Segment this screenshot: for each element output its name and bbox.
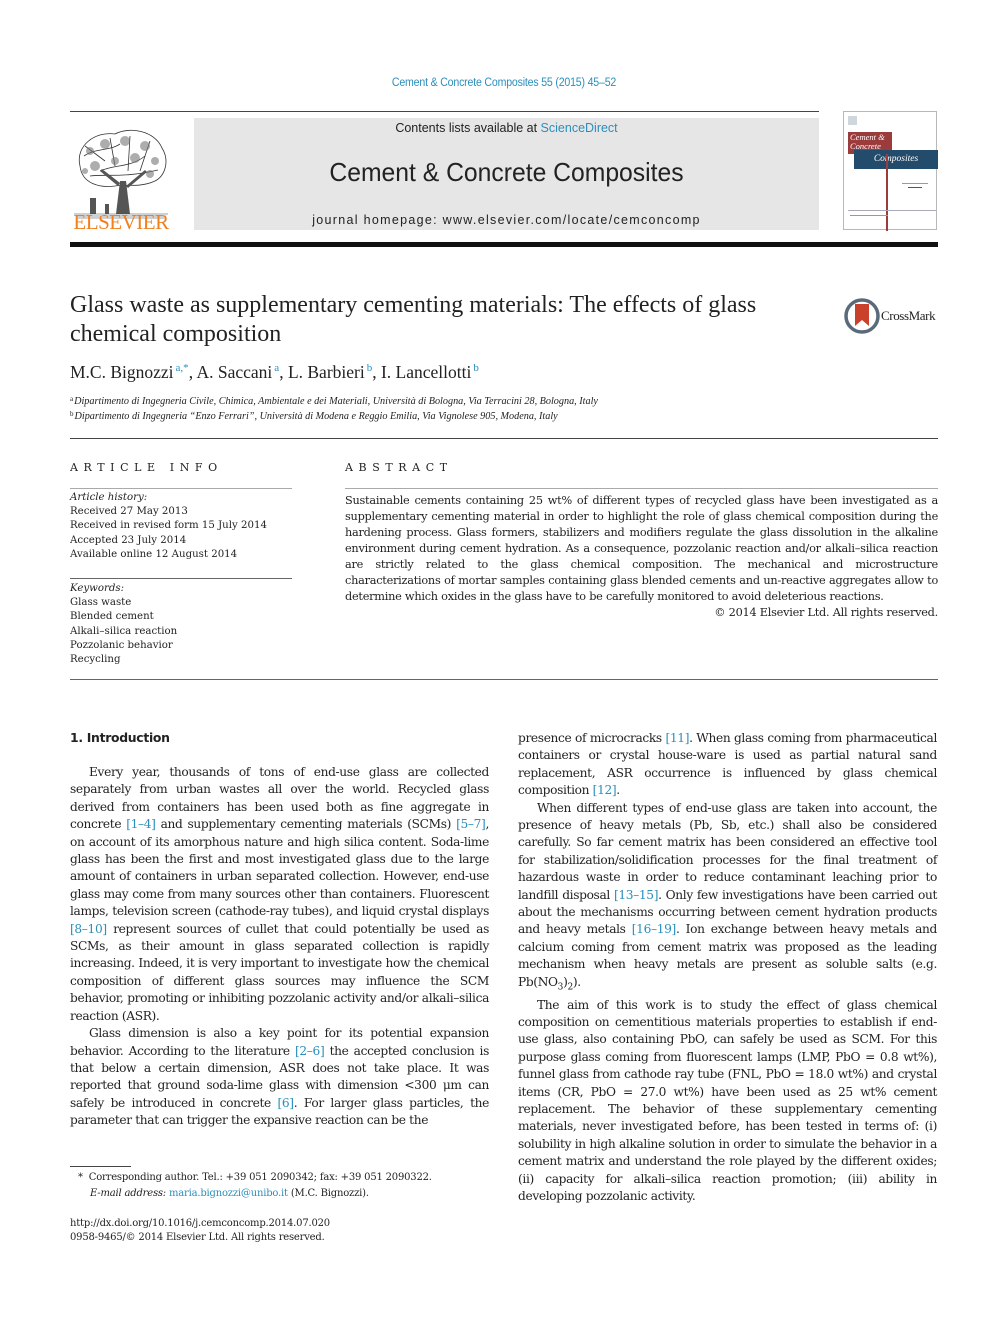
text-run: The aim of this work is to study the eff… xyxy=(518,997,937,1203)
author-name[interactable]: M.C. Bignozzi xyxy=(70,362,174,382)
email-link[interactable]: maria.bignozzi@unibo.it xyxy=(169,1188,288,1199)
abstract-divider xyxy=(345,488,938,489)
affiliation-mark: a xyxy=(70,395,74,403)
crossmark-label: CrossMark xyxy=(881,308,936,323)
body-paragraph: Glass dimension is also a key point for … xyxy=(70,1025,489,1129)
contents-prefix: Contents lists available at xyxy=(395,121,541,135)
footnote-divider xyxy=(70,1166,131,1167)
citation-link[interactable]: [13–15] xyxy=(614,888,659,902)
history-accepted: Accepted 23 July 2014 xyxy=(70,534,187,546)
cover-publisher-icon xyxy=(848,116,857,125)
sciencedirect-link[interactable]: ScienceDirect xyxy=(541,121,618,135)
author-name[interactable]: A. Saccani xyxy=(196,362,272,382)
homepage-prefix: journal homepage: xyxy=(312,213,443,227)
article-info-heading: ARTICLE INFO xyxy=(70,461,223,474)
abstract-copyright: © 2014 Elsevier Ltd. All rights reserved… xyxy=(714,606,938,619)
citation-link[interactable]: [5–7] xyxy=(456,817,486,831)
author-separator: , xyxy=(279,362,288,382)
text-run: presence of microcracks xyxy=(518,731,666,745)
corresponding-author-note: * Corresponding author. Tel.: +39 051 20… xyxy=(78,1170,432,1186)
text-run: and supplementary cementing materials (S… xyxy=(155,817,457,832)
cover-title-blue: Composites xyxy=(854,150,938,169)
keyword-item: Alkali–silica reaction xyxy=(70,625,178,637)
text-run: When different types of end-use glass ar… xyxy=(518,800,937,902)
issn-copyright: 0958-9465/© 2014 Elsevier Ltd. All right… xyxy=(70,1232,325,1243)
keyword-item: Blended cement xyxy=(70,611,154,623)
affiliation-text: Dipartimento di Ingegneria Civile, Chimi… xyxy=(74,396,598,407)
cover-rule xyxy=(908,187,922,188)
body-paragraph: The aim of this work is to study the eff… xyxy=(518,997,937,1206)
abstract: Sustainable cements containing 25 wt% of… xyxy=(345,493,938,621)
history-received: Received 27 May 2013 xyxy=(70,506,188,518)
journal-homepage-link[interactable]: www.elsevier.com/locate/cemconcomp xyxy=(443,213,701,227)
keyword-item: Recycling xyxy=(70,654,121,666)
header-thick-divider xyxy=(70,242,938,247)
cover-rule xyxy=(850,215,888,216)
keyword-item: Glass waste xyxy=(70,597,132,609)
author-name[interactable]: L. Barbieri xyxy=(288,362,365,382)
abstract-end-divider xyxy=(70,679,938,680)
email-label: E-mail address: xyxy=(90,1188,166,1199)
author-affiliation-mark[interactable]: a,* xyxy=(176,362,189,374)
body-column-right: presence of microcracks [11]. When glass… xyxy=(518,730,937,1205)
citation-link[interactable]: [2–6] xyxy=(295,1044,325,1058)
header-divider xyxy=(70,111,819,112)
body-paragraph: When different types of end-use glass ar… xyxy=(518,800,937,997)
citation-link[interactable]: [12] xyxy=(593,783,617,797)
article-history-label: Article history: xyxy=(70,492,148,503)
body-column-left: Every year, thousands of tons of end-use… xyxy=(70,764,489,1130)
citation-link[interactable]: [6] xyxy=(278,1096,295,1110)
elsevier-wordmark: ELSEVIER xyxy=(73,210,169,234)
title-block-divider xyxy=(70,438,938,439)
journal-cover-thumbnail[interactable]: Cement & Concrete Composites xyxy=(843,111,938,231)
author-affiliation-mark[interactable]: b xyxy=(473,362,479,374)
journal-homepage-line: journal homepage: www.elsevier.com/locat… xyxy=(194,213,819,227)
corresponding-text: Corresponding author. Tel.: +39 051 2090… xyxy=(88,1172,432,1183)
article-title: Glass waste as supplementary cementing m… xyxy=(70,292,757,347)
abstract-heading: ABSTRACT xyxy=(345,461,453,474)
cover-rule xyxy=(848,210,936,211)
affiliation-mark: b xyxy=(70,410,74,418)
cover-red-stripe xyxy=(886,154,888,231)
citation-link[interactable]: [8–10] xyxy=(70,922,107,936)
keywords: Keywords: Glass waste Blended cement Alk… xyxy=(70,582,177,667)
citation-link[interactable]: [16–19] xyxy=(632,922,677,936)
text-run: . xyxy=(616,783,620,798)
affiliation-b: bDipartimento di Ingegneria “Enzo Ferrar… xyxy=(70,410,558,422)
citation-link[interactable]: [11] xyxy=(665,731,689,745)
crossmark-icon xyxy=(844,298,880,334)
history-revised: Received in revised form 15 July 2014 xyxy=(70,520,267,532)
article-info-divider xyxy=(70,488,292,489)
keywords-label: Keywords: xyxy=(70,583,125,594)
abstract-body: Sustainable cements containing 25 wt% of… xyxy=(345,494,938,603)
author-separator: , xyxy=(372,362,381,382)
author-name[interactable]: I. Lancellotti xyxy=(381,362,471,382)
asterisk-mark: * xyxy=(78,1172,83,1183)
keywords-divider xyxy=(70,578,292,579)
article-history: Article history: Received 27 May 2013 Re… xyxy=(70,491,267,562)
contents-availability-line: Contents lists available at ScienceDirec… xyxy=(194,121,819,135)
cover-rule xyxy=(902,183,928,184)
crossmark-button[interactable]: CrossMark xyxy=(844,298,938,334)
email-suffix: (M.C. Bignozzi). xyxy=(287,1188,369,1199)
email-note: E-mail address: maria.bignozzi@unibo.it … xyxy=(90,1186,369,1202)
text-run: ). xyxy=(572,974,581,989)
text-run: represent sources of cullet that could p… xyxy=(70,921,489,1023)
section-heading-introduction: 1. Introduction xyxy=(70,730,170,745)
author-list: M.C. Bignozzi a,*, A. Saccani a, L. Barbie… xyxy=(70,362,479,383)
journal-citation-link[interactable]: Cement & Concrete Composites 55 (2015) 4… xyxy=(40,77,967,89)
history-online: Available online 12 August 2014 xyxy=(70,548,238,560)
citation-link[interactable]: [1–4] xyxy=(126,817,156,831)
affiliation-text: Dipartimento di Ingegneria “Enzo Ferrari… xyxy=(74,411,558,422)
keyword-item: Pozzolanic behavior xyxy=(70,639,173,651)
text-run: , on account of its amorphous nature and… xyxy=(70,817,489,919)
journal-title: Cement & Concrete Composites xyxy=(329,157,684,187)
affiliation-a: aDipartimento di Ingegneria Civile, Chim… xyxy=(70,395,598,407)
body-paragraph: presence of microcracks [11]. When glass… xyxy=(518,730,937,800)
body-paragraph: Every year, thousands of tons of end-use… xyxy=(70,764,489,1025)
